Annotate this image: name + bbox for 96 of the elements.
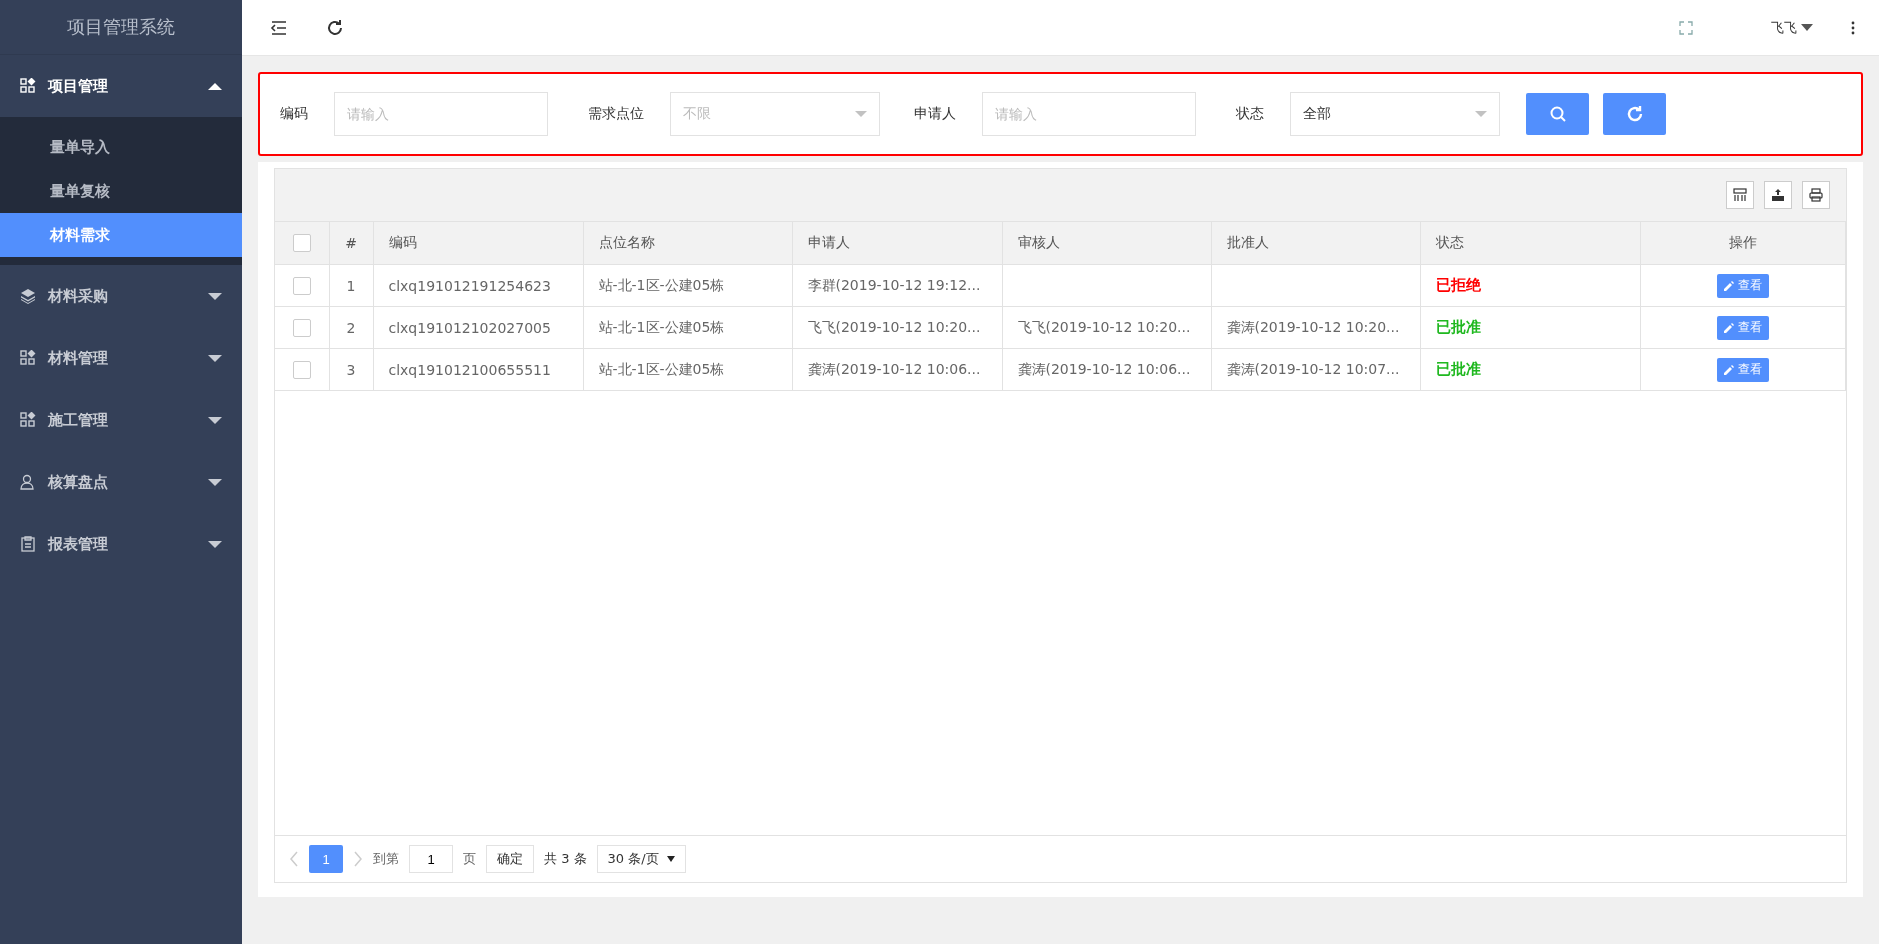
column-header: 审核人: [1002, 222, 1211, 265]
goto-label: 到第: [373, 850, 399, 868]
table-cell: 3: [329, 348, 373, 391]
grid-icon: [20, 350, 36, 366]
caret-icon: [208, 478, 222, 486]
menu-label: 材料管理: [48, 348, 108, 368]
table-cell: 李群(2019-10-12 19:12...: [792, 264, 1002, 307]
chevron-right-icon: [353, 851, 363, 867]
menu-item[interactable]: 施工管理: [0, 389, 242, 451]
expand-icon: [1679, 20, 1693, 35]
caret-icon: [208, 540, 222, 548]
checkbox[interactable]: [292, 234, 311, 252]
chevron-left-icon: [289, 851, 299, 867]
reset-button[interactable]: [1603, 93, 1666, 135]
select-value: 全部: [1303, 105, 1331, 123]
refresh-icon: [1625, 105, 1644, 123]
select-field[interactable]: 全部: [1290, 92, 1500, 136]
table-cell: 2: [329, 306, 373, 349]
pencil-icon: [1723, 364, 1734, 375]
checkbox[interactable]: [292, 318, 311, 337]
search-button[interactable]: [1526, 93, 1589, 135]
caret-icon: [855, 111, 867, 117]
menu-label: 项目管理: [48, 76, 108, 96]
input-field[interactable]: 请输入: [334, 92, 548, 136]
export-button[interactable]: [1764, 181, 1792, 209]
table-cell: clxq191012100655511: [373, 348, 583, 391]
menu-icon: [270, 19, 288, 36]
grid-icon: [20, 78, 36, 94]
column-header: 点位名称: [583, 222, 792, 265]
menu-label: 施工管理: [48, 410, 108, 430]
caret-icon: [1475, 111, 1487, 117]
column-header: #: [329, 222, 373, 265]
menu-item[interactable]: 项目管理: [0, 55, 242, 117]
column-header: 操作: [1640, 222, 1846, 265]
table-cell: 龚涛(2019-10-12 10:06...: [792, 348, 1002, 391]
page-input[interactable]: 1: [409, 845, 453, 873]
table-cell: 龚涛(2019-10-12 10:06...: [1002, 348, 1211, 391]
caret-icon: [208, 292, 222, 300]
table-cell: 飞飞(2019-10-12 10:20...: [1002, 306, 1211, 349]
submenu-item[interactable]: 量单导入: [0, 125, 242, 169]
menu-label: 核算盘点: [48, 472, 108, 492]
table-cell: 站-北-1区-公建05栋: [583, 306, 792, 349]
table-cell: 站-北-1区-公建05栋: [583, 348, 792, 391]
checkbox[interactable]: [292, 276, 311, 295]
column-header: 状态: [1420, 222, 1640, 265]
caret-icon: [208, 82, 222, 90]
grid-icon: [20, 412, 36, 428]
table-cell: clxq191012102027005: [373, 306, 583, 349]
export-icon: [1771, 188, 1785, 202]
menu-label: 报表管理: [48, 534, 108, 554]
column-header: 申请人: [792, 222, 1002, 265]
table-cell: 站-北-1区-公建05栋: [583, 264, 792, 307]
menu-label: 材料采购: [48, 286, 108, 306]
caret-icon: [1801, 23, 1813, 32]
table-cell: 龚涛(2019-10-12 10:20...: [1211, 306, 1420, 349]
print-button[interactable]: [1802, 181, 1830, 209]
refresh-icon: [326, 18, 344, 37]
clipboard-icon: [20, 536, 36, 552]
menu-item[interactable]: 材料采购: [0, 265, 242, 327]
table-cell: 1: [329, 264, 373, 307]
filter-label: 申请人: [914, 105, 956, 123]
page-size-select[interactable]: 30 条/页: [596, 845, 686, 873]
caret-icon: [666, 856, 675, 862]
filter-label: 编码: [280, 105, 308, 123]
checkbox[interactable]: [292, 360, 311, 379]
filter-label: 需求点位: [588, 105, 644, 123]
menu-item[interactable]: 核算盘点: [0, 451, 242, 513]
table-cell: 飞飞(2019-10-12 10:20...: [792, 306, 1002, 349]
pencil-icon: [1723, 322, 1734, 333]
menu-item[interactable]: 报表管理: [0, 513, 242, 575]
column-header: 批准人: [1211, 222, 1420, 265]
table-cell: 龚涛(2019-10-12 10:07...: [1211, 348, 1420, 391]
user-icon: [20, 474, 36, 490]
menu-item[interactable]: 材料管理: [0, 327, 242, 389]
status-text: 已拒绝: [1435, 276, 1481, 294]
layers-icon: [20, 288, 36, 304]
status-text: 已批准: [1435, 360, 1481, 378]
select-value: 不限: [683, 105, 711, 123]
columns-button[interactable]: [1726, 181, 1754, 209]
user-menu[interactable]: 飞飞: [1767, 14, 1817, 41]
caret-icon: [208, 416, 222, 424]
search-icon: [1548, 105, 1567, 123]
more-icon: [1851, 20, 1855, 35]
table-cell: clxq191012191254623: [373, 264, 583, 307]
total-count: 共 3 条: [544, 850, 587, 868]
columns-icon: [1733, 188, 1747, 202]
caret-icon: [208, 354, 222, 362]
column-header: 编码: [373, 222, 583, 265]
status-text: 已批准: [1435, 318, 1481, 336]
page-unit: 页: [463, 850, 476, 868]
print-icon: [1809, 188, 1823, 202]
submenu-item[interactable]: 量单复核: [0, 169, 242, 213]
confirm-button[interactable]: 确定: [486, 845, 534, 873]
input-field[interactable]: 请输入: [982, 92, 1196, 136]
pencil-icon: [1723, 280, 1734, 291]
filter-label: 状态: [1236, 105, 1264, 123]
